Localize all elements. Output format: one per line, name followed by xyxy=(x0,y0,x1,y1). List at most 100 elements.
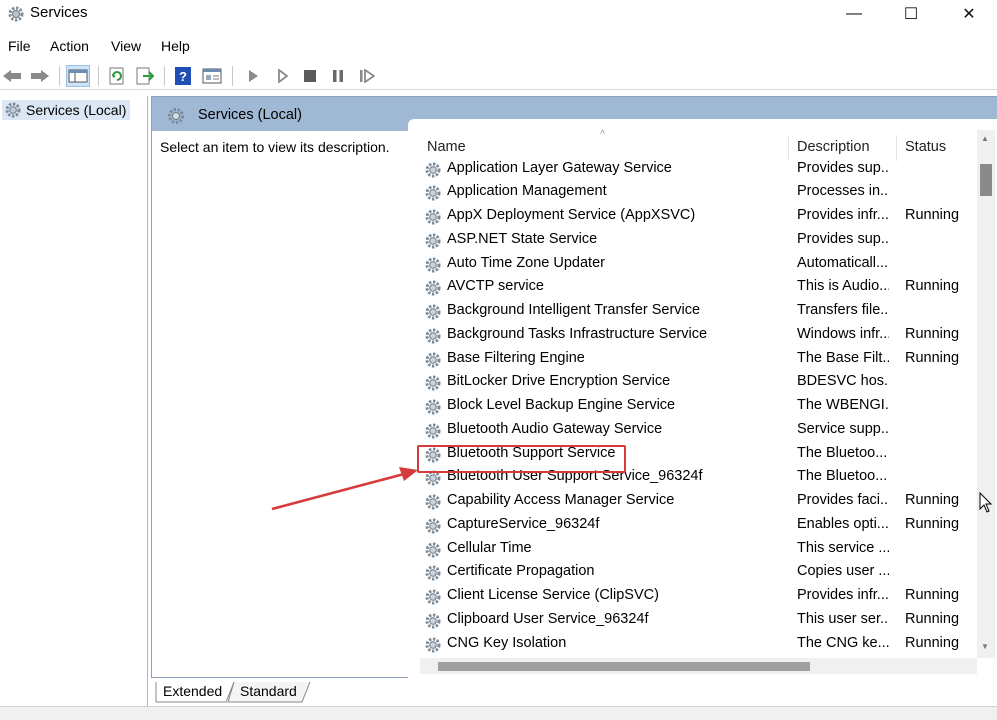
service-description: Enables opti... xyxy=(797,515,889,532)
scroll-up-icon[interactable]: ▲ xyxy=(981,134,989,143)
service-gear-icon xyxy=(425,423,441,439)
horizontal-scroll-thumb[interactable] xyxy=(438,662,810,671)
console-tree: Services (Local) xyxy=(0,96,148,706)
column-header-status[interactable]: Status xyxy=(905,139,946,155)
service-row[interactable]: ASP.NET State Service Provides sup... xyxy=(408,229,968,253)
service-name: Auto Time Zone Updater xyxy=(447,254,605,271)
properties-icon[interactable] xyxy=(200,65,224,87)
service-name: Bluetooth User Support Service_96324f xyxy=(447,468,703,485)
service-name: Cellular Time xyxy=(447,539,532,556)
service-row[interactable]: BitLocker Drive Encryption Service BDESVC… xyxy=(408,371,968,395)
service-description: This is Audio... xyxy=(797,278,889,295)
vertical-scrollbar[interactable]: ▲ ▼ xyxy=(977,130,995,658)
service-name: ASP.NET State Service xyxy=(447,230,598,247)
services-gear-icon xyxy=(5,102,21,118)
service-name: Bluetooth Audio Gateway Service xyxy=(447,420,663,437)
service-description: Automaticall... xyxy=(797,254,889,271)
annotation-arrow xyxy=(271,467,418,511)
stop-service-icon[interactable] xyxy=(298,65,322,87)
start-service-alt-icon[interactable] xyxy=(270,65,294,87)
back-icon[interactable] xyxy=(0,65,24,87)
toolbar: ? xyxy=(0,62,997,90)
service-row[interactable]: Block Level Backup Engine Service The WBE… xyxy=(408,395,968,419)
export-list-icon[interactable] xyxy=(133,65,157,87)
service-description: The Base Filt... xyxy=(797,349,889,366)
service-gear-icon xyxy=(425,209,441,225)
refresh-icon[interactable] xyxy=(105,65,129,87)
menu-action[interactable]: Action xyxy=(50,38,89,54)
service-row[interactable]: Certificate Propagation Copies user ... xyxy=(408,561,968,585)
service-row[interactable]: Bluetooth User Support Service_96324f The… xyxy=(408,466,968,490)
service-row[interactable]: AppX Deployment Service (AppXSVC) Provide… xyxy=(408,205,968,229)
service-name: Background Tasks Infrastructure Service xyxy=(447,325,708,342)
service-row[interactable]: Application Layer Gateway Service Provide… xyxy=(408,158,968,182)
start-service-icon[interactable] xyxy=(241,65,265,87)
menu-bar: File Action View Help xyxy=(0,36,997,58)
service-description: This user ser... xyxy=(797,610,889,627)
tab-extended[interactable]: Extended xyxy=(163,683,222,699)
service-description: Provides faci... xyxy=(797,492,889,508)
service-name: Block Level Backup Engine Service xyxy=(447,397,676,413)
service-row[interactable]: Bluetooth Audio Gateway Service Service s… xyxy=(408,419,968,443)
horizontal-scrollbar[interactable] xyxy=(420,658,977,674)
tree-item-label: Services (Local) xyxy=(26,102,127,118)
service-name: Client License Service (ClipSVC) xyxy=(447,587,659,603)
service-description: Provides sup... xyxy=(797,230,889,247)
services-list: ˄ Name Description Status Application La… xyxy=(408,119,997,679)
column-header-name[interactable]: Name xyxy=(427,139,466,155)
service-description: Windows infr... xyxy=(797,325,889,342)
minimize-button[interactable]: — xyxy=(825,0,883,28)
description-text: Select an item to view its description. xyxy=(160,139,390,155)
restart-service-icon[interactable] xyxy=(355,65,379,87)
service-gear-icon xyxy=(425,328,441,344)
maximize-button[interactable]: ☐ xyxy=(882,0,940,28)
service-description: The WBENGI... xyxy=(797,397,889,413)
scroll-down-icon[interactable]: ▼ xyxy=(981,642,989,651)
service-name: BitLocker Drive Encryption Service xyxy=(447,373,671,390)
service-gear-icon xyxy=(425,162,441,177)
service-description: Transfers file... xyxy=(797,302,889,318)
service-row[interactable]: CNG Key Isolation The CNG ke... Running xyxy=(408,633,968,657)
service-row[interactable]: Clipboard User Service_96324f This user s… xyxy=(408,609,968,633)
forward-icon[interactable] xyxy=(28,65,52,87)
sort-caret-icon: ˄ xyxy=(600,127,606,137)
tree-item-services-local[interactable]: Services (Local) xyxy=(2,100,131,120)
menu-help[interactable]: Help xyxy=(161,38,190,54)
service-row[interactable]: Auto Time Zone Updater Automaticall... xyxy=(408,253,968,277)
menu-view[interactable]: View xyxy=(111,38,141,54)
mouse-cursor-icon xyxy=(979,492,993,513)
service-gear-icon xyxy=(425,518,441,534)
service-name: Base Filtering Engine xyxy=(447,349,585,366)
title-bar: Services — ☐ ✕ xyxy=(0,0,997,30)
menu-file[interactable]: File xyxy=(8,38,31,54)
tab-standard[interactable]: Standard xyxy=(240,683,297,699)
column-header-description[interactable]: Description xyxy=(797,139,870,155)
service-status: Running xyxy=(905,492,960,508)
service-gear-icon xyxy=(425,280,441,296)
service-row[interactable]: CaptureService_96324f Enables opti... Runn… xyxy=(408,514,968,538)
service-row[interactable]: AVCTP service This is Audio... Running xyxy=(408,276,968,300)
service-row[interactable]: Client License Service (ClipSVC) Provides… xyxy=(408,585,968,609)
service-name: AVCTP service xyxy=(447,278,544,295)
service-row[interactable]: Cellular Time This service ... xyxy=(408,538,968,562)
help-icon[interactable]: ? xyxy=(171,65,195,87)
services-gear-icon xyxy=(8,6,24,22)
service-row[interactable]: Background Tasks Infrastructure Service W… xyxy=(408,324,968,348)
service-status: Running xyxy=(905,325,960,342)
close-button[interactable]: ✕ xyxy=(940,0,997,28)
service-name: Application Layer Gateway Service xyxy=(447,159,672,176)
service-row[interactable]: Application Management Processes in... xyxy=(408,181,968,205)
service-description: Copies user ... xyxy=(797,563,889,580)
status-bar xyxy=(0,706,997,720)
service-row[interactable]: Base Filtering Engine The Base Filt... Run… xyxy=(408,348,968,372)
show-hide-console-tree-icon[interactable] xyxy=(66,65,90,87)
pause-service-icon[interactable] xyxy=(326,65,350,87)
service-gear-icon xyxy=(425,542,441,557)
vertical-scroll-thumb[interactable] xyxy=(980,164,992,196)
service-name: CNG Key Isolation xyxy=(447,634,567,651)
service-row[interactable]: Bluetooth Support Service The Bluetoo... xyxy=(408,443,968,467)
service-row[interactable]: Background Intelligent Transfer Service T… xyxy=(408,300,968,324)
service-name: Application Management xyxy=(447,183,607,200)
service-gear-icon xyxy=(425,613,441,629)
service-row[interactable]: Capability Access Manager Service Provide… xyxy=(408,490,968,514)
